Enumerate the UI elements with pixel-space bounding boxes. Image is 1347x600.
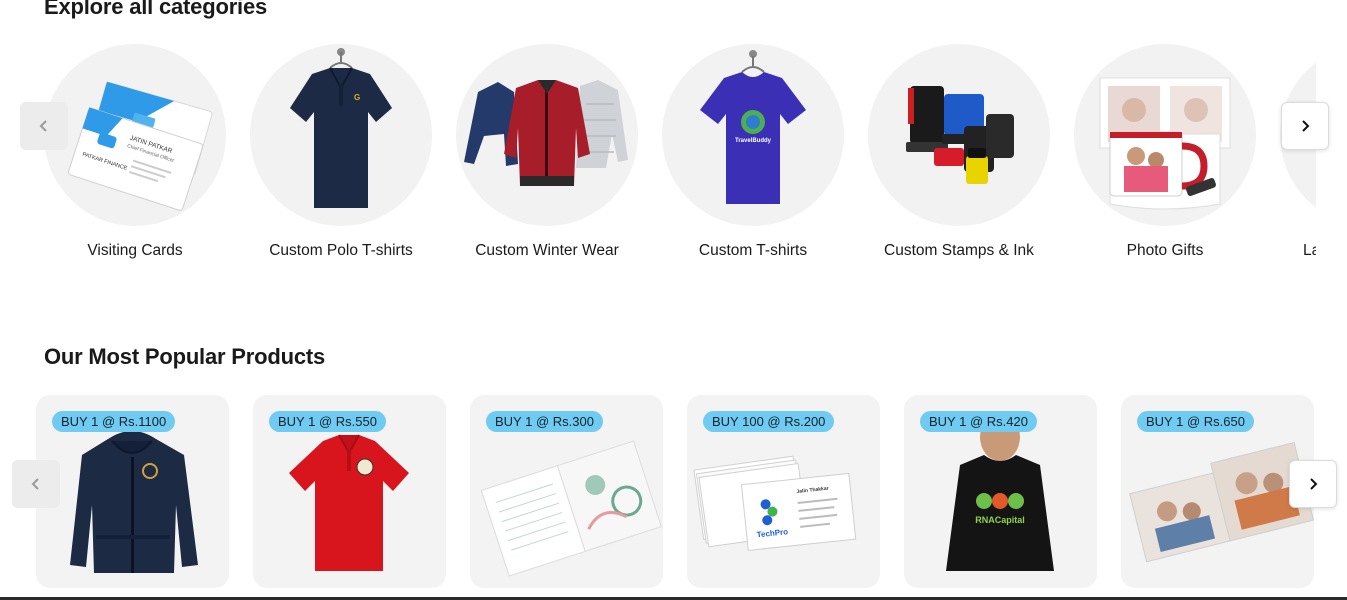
category-custom-stamps-ink[interactable]: Custom Stamps & Ink	[859, 44, 1059, 260]
categories-carousel: JATIN PATKAR Chief Financial Officer PAT…	[0, 44, 1316, 274]
category-label: La	[1303, 242, 1316, 259]
category-label: Custom Polo T-shirts	[269, 242, 413, 259]
svg-text:G: G	[354, 93, 360, 102]
category-label: Custom Winter Wear	[475, 242, 619, 259]
category-image: TravelBuddy	[662, 44, 844, 226]
category-image	[868, 44, 1050, 226]
popular-next-button[interactable]	[1289, 460, 1337, 508]
price-badge: BUY 100 @ Rs.200	[703, 411, 835, 432]
category-custom-winter-wear[interactable]: Custom Winter Wear	[447, 44, 647, 260]
tshirt-illustration: TravelBuddy	[700, 50, 806, 204]
product-card-black-tshirt[interactable]: BUY 1 @ Rs.420 RNACapital	[904, 395, 1097, 588]
category-image: JATIN PATKAR Chief Financial Officer PAT…	[44, 44, 226, 226]
category-custom-polo-tshirts[interactable]: G Custom Polo T-shirts	[241, 44, 441, 260]
popular-heading: Our Most Popular Products	[44, 344, 326, 369]
category-label: Custom T-shirts	[698, 242, 808, 259]
category-custom-tshirts[interactable]: TravelBuddy Custom T-shirts	[653, 44, 853, 260]
categories-next-button[interactable]	[1281, 102, 1329, 150]
chevron-left-icon	[39, 120, 47, 132]
price-badge: BUY 1 @ Rs.1100	[52, 411, 176, 432]
product-card-polo[interactable]: BUY 1 @ Rs.550	[253, 395, 446, 588]
chevron-right-icon	[1310, 478, 1318, 490]
polo-shirt-illustration: G	[290, 48, 392, 208]
category-label: Visiting Cards	[87, 242, 183, 259]
category-visiting-cards[interactable]: JATIN PATKAR Chief Financial Officer PAT…	[35, 44, 235, 260]
popular-prev-button[interactable]	[12, 460, 60, 508]
categories-heading: Explore all categories	[44, 0, 268, 19]
tee-brand-text: RNACapital	[975, 515, 1025, 525]
category-partial[interactable]: La	[1271, 44, 1316, 260]
chevron-left-icon	[31, 478, 39, 490]
category-label: Photo Gifts	[1126, 242, 1204, 259]
product-card-photo-book[interactable]: BUY 1 @ Rs.650	[1121, 395, 1314, 588]
price-badge: BUY 1 @ Rs.650	[1137, 411, 1254, 432]
business-card-illustration: JATIN PATKAR Chief Financial Officer PAT…	[67, 81, 213, 211]
category-label: Custom Stamps & Ink	[884, 242, 1034, 259]
photo-gifts-illustration	[1099, 77, 1231, 210]
category-image	[456, 44, 638, 226]
price-badge: BUY 1 @ Rs.300	[486, 411, 603, 432]
product-card-notebook[interactable]: BUY 1 @ Rs.300	[470, 395, 663, 588]
tshirt-brand-text: TravelBuddy	[735, 138, 772, 144]
categories-prev-button[interactable]	[20, 102, 68, 150]
product-card-visiting-cards[interactable]: BUY 100 @ Rs.200 TechPro Jatin Thakkar	[687, 395, 880, 588]
price-badge: BUY 1 @ Rs.550	[269, 411, 386, 432]
category-image: G	[250, 44, 432, 226]
price-badge: BUY 1 @ Rs.420	[920, 411, 1037, 432]
winter-jackets-illustration	[464, 80, 628, 186]
category-image	[1074, 44, 1256, 226]
stamps-illustration	[906, 86, 1014, 184]
category-photo-gifts[interactable]: Photo Gifts	[1065, 44, 1265, 260]
chevron-right-icon	[1302, 120, 1310, 132]
product-card-hoodie[interactable]: BUY 1 @ Rs.1100	[36, 395, 229, 588]
